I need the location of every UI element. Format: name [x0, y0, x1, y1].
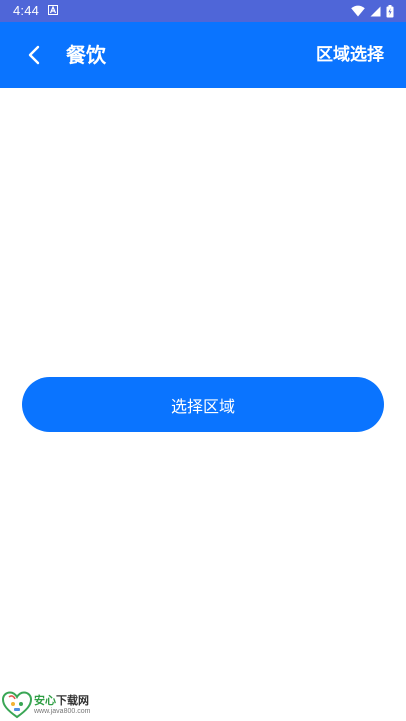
region-select-button[interactable]: 区域选择	[316, 43, 384, 67]
choose-region-label: 选择区域	[170, 396, 235, 416]
chevron-left-icon	[28, 45, 40, 65]
status-bar: 4:44	[0, 0, 406, 22]
notification-a-icon	[48, 5, 58, 15]
screen: 4:44 餐饮 区域选择 选择区域 安心下载网 www.java800.com	[0, 0, 406, 721]
app-bar: 餐饮 区域选择	[0, 22, 406, 88]
status-time: 4:44	[13, 3, 40, 18]
back-button[interactable]	[18, 39, 50, 71]
page-title: 餐饮	[66, 43, 106, 67]
wifi-icon	[351, 5, 365, 17]
status-icons	[351, 4, 394, 18]
heart-logo-icon	[2, 691, 32, 719]
choose-region-button[interactable]: 选择区域	[22, 377, 384, 432]
signal-icon	[370, 6, 381, 16]
battery-icon	[386, 4, 394, 17]
watermark-title: 安心下载网	[34, 694, 89, 707]
watermark: 安心下载网 www.java800.com	[2, 690, 90, 720]
watermark-url: www.java800.com	[34, 708, 91, 715]
watermark-text: 安心下载网 www.java800.com	[34, 695, 90, 715]
